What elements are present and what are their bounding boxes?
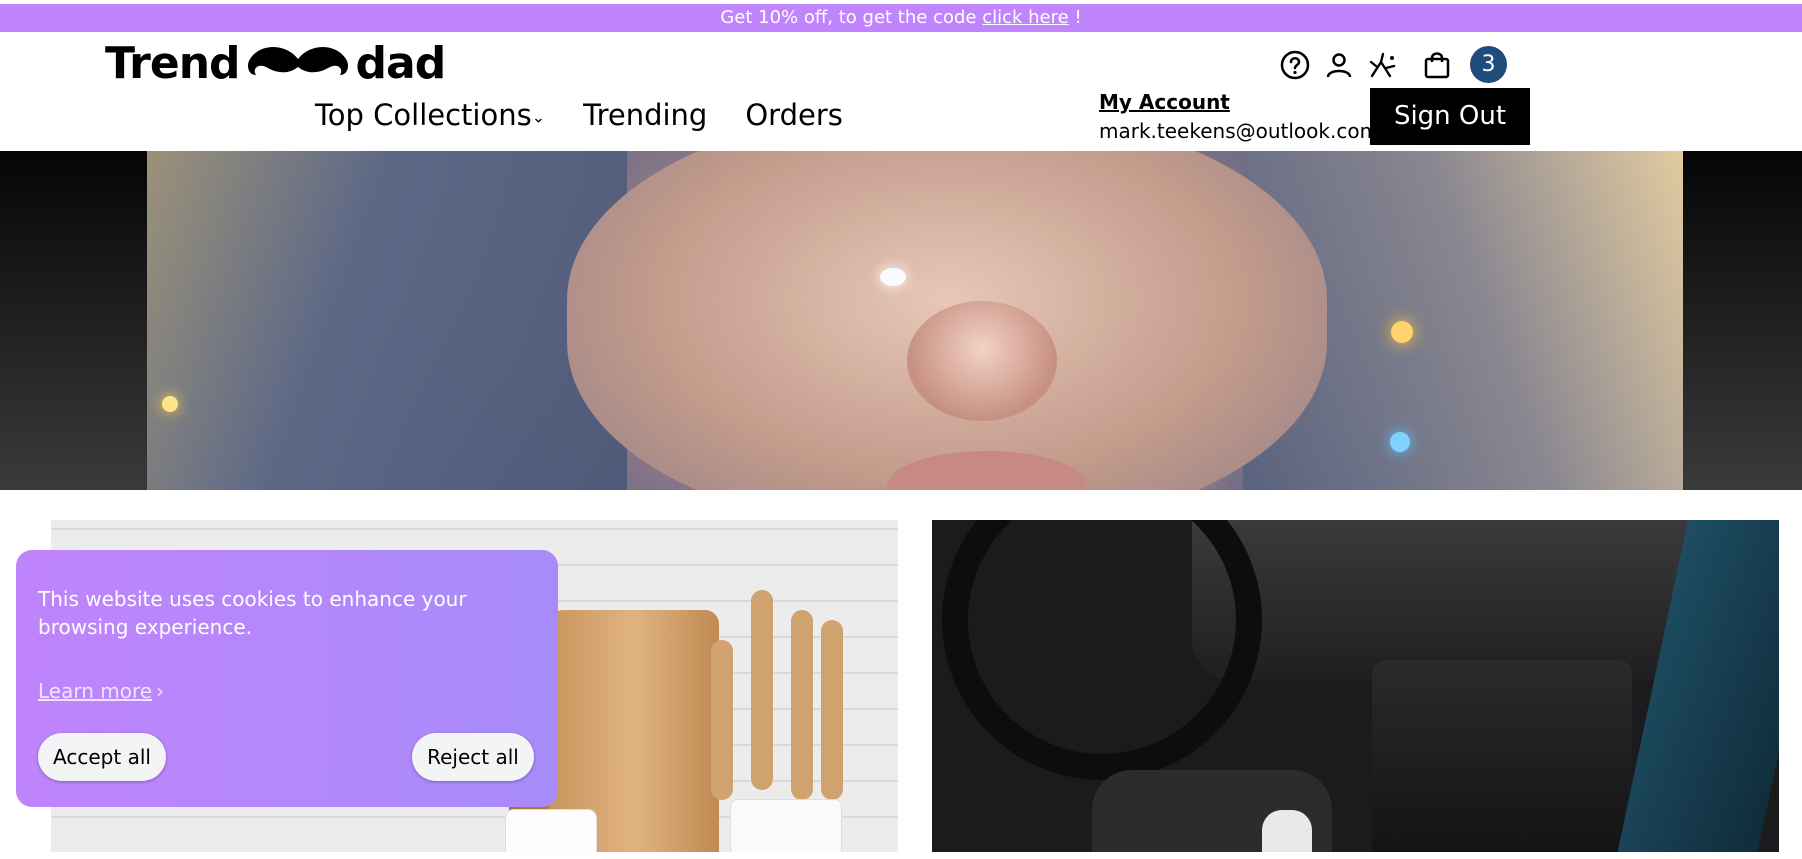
learn-more-link[interactable]: Learn more [38, 679, 152, 703]
hero-light-2 [1391, 321, 1413, 343]
mustache-icon [247, 46, 348, 75]
promo-text: Get 10% off, to get the code [720, 7, 983, 28]
hero-light-3 [1390, 432, 1410, 452]
hero-nose [907, 301, 1057, 421]
user-icon[interactable] [1322, 48, 1356, 82]
hero-image [147, 151, 1683, 490]
logo-word-left: Trend [105, 38, 241, 89]
sign-out-button[interactable]: Sign Out [1370, 88, 1530, 145]
nav-label: Top Collections [315, 98, 532, 132]
header-icons [1278, 48, 1464, 82]
wooden-ladle [821, 620, 843, 800]
wooden-spoon [751, 590, 773, 790]
site-header: Trend dad Top Collections⌄ Trending Orde… [0, 32, 1802, 151]
chevron-right-icon: › [156, 679, 164, 703]
center-console [1372, 660, 1632, 852]
nav-top-collections[interactable]: Top Collections⌄ [315, 98, 545, 132]
help-icon[interactable] [1278, 48, 1312, 82]
cookie-message: This website uses cookies to enhance you… [38, 587, 467, 639]
hero-light-1 [162, 396, 178, 412]
site-logo[interactable]: Trend dad [105, 38, 447, 89]
sparkle-icon[interactable] [1366, 48, 1400, 82]
cart-count-badge[interactable]: 3 [1470, 46, 1507, 83]
accept-all-button[interactable]: Accept all [38, 733, 166, 781]
logo-word-right: dad [355, 38, 447, 89]
cleaning-bottle [1262, 810, 1312, 852]
car-dashboard [1192, 520, 1712, 680]
nav-orders[interactable]: Orders [745, 98, 843, 132]
promo-text-end: ! [1068, 7, 1082, 28]
nav-trending[interactable]: Trending [583, 98, 707, 132]
chevron-down-icon: ⌄ [531, 107, 546, 127]
utensil-holder [731, 800, 841, 852]
cookie-banner: This website uses cookies to enhance you… [16, 550, 558, 807]
account-info: My Account mark.teekens@outlook.com [1099, 90, 1379, 143]
white-jug [506, 810, 596, 852]
my-account-link[interactable]: My Account [1099, 90, 1379, 114]
wooden-spatula [791, 610, 813, 800]
hero-hair-left [147, 151, 627, 490]
shopping-bag-icon[interactable] [1420, 48, 1454, 82]
car-care-collection-card[interactable] [932, 520, 1779, 852]
steering-wheel [942, 520, 1262, 780]
hero-light-4 [880, 268, 906, 286]
main-nav: Top Collections⌄ Trending Orders [315, 98, 843, 132]
promo-code-link[interactable]: click here [982, 7, 1069, 28]
wooden-fork [711, 640, 733, 800]
account-email: mark.teekens@outlook.com [1099, 119, 1380, 143]
reject-all-button[interactable]: Reject all [412, 733, 534, 781]
promo-bar: Get 10% off, to get the code click here … [0, 4, 1802, 32]
